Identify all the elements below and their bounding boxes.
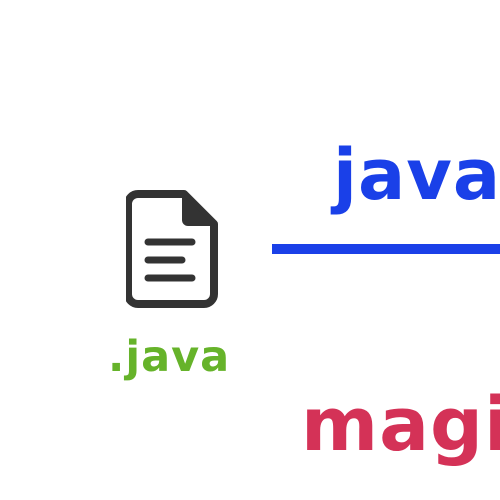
file-extension-label: .java	[108, 332, 231, 382]
divider-line	[272, 244, 500, 254]
subheading-text: magi	[301, 382, 500, 468]
heading-text: java	[333, 134, 500, 216]
document-icon	[126, 190, 218, 308]
